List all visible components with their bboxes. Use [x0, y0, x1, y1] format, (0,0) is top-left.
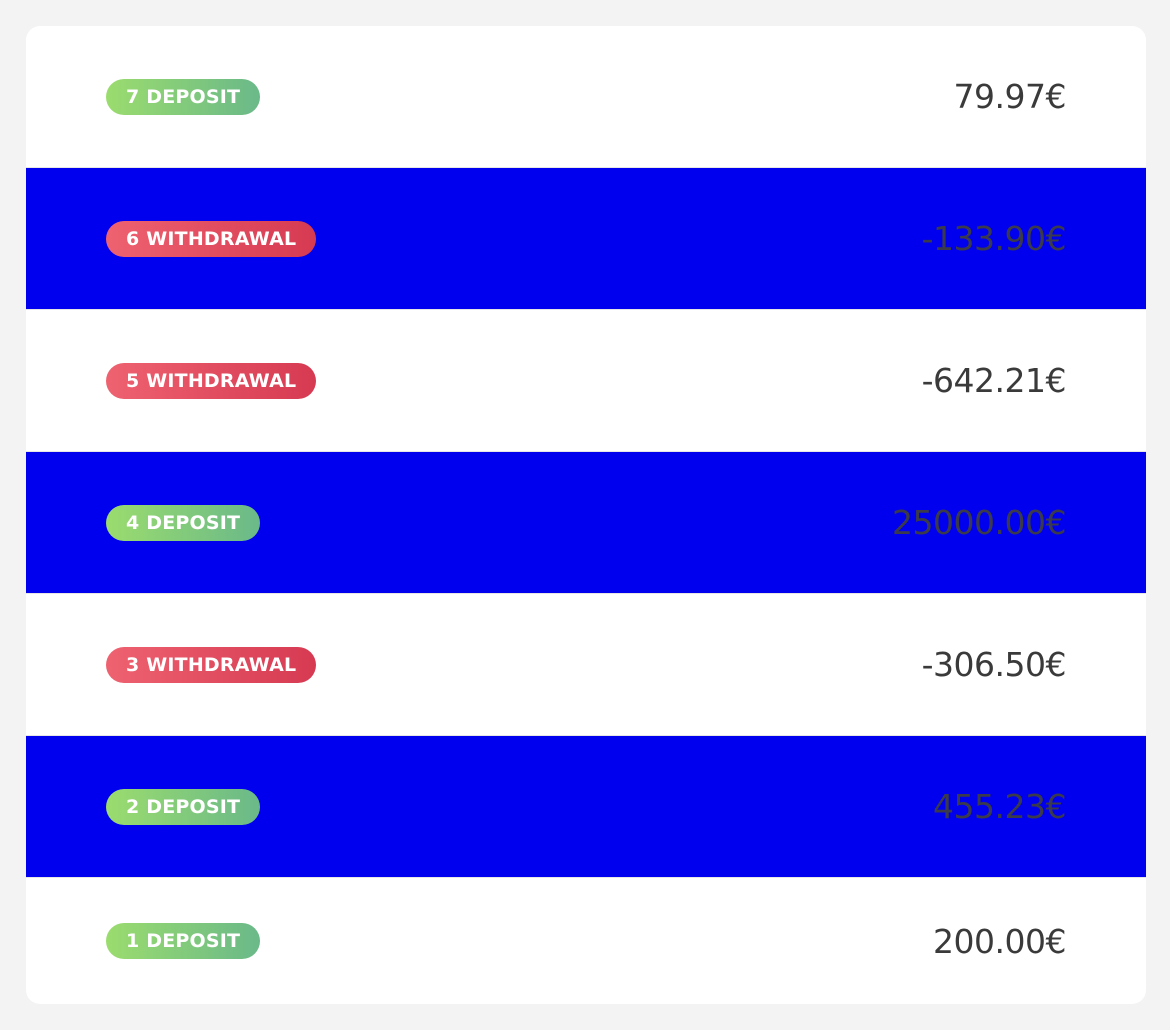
deposit-badge: 7 DEPOSIT [106, 78, 261, 115]
movement-row: 2 DEPOSIT 455.23€ [26, 736, 1146, 878]
movement-amount: 200.00€ [933, 921, 1066, 961]
movement-row: 4 DEPOSIT 25000.00€ [26, 452, 1146, 594]
movement-amount: -642.21€ [921, 361, 1067, 400]
movement-row: 1 DEPOSIT 200.00€ [26, 878, 1146, 1004]
withdrawal-badge: 5 WITHDRAWAL [106, 362, 317, 399]
withdrawal-badge: 3 WITHDRAWAL [106, 646, 317, 683]
deposit-badge: 2 DEPOSIT [106, 788, 261, 825]
movement-amount: 455.23€ [933, 787, 1066, 826]
deposit-badge: 4 DEPOSIT [106, 504, 261, 541]
movement-amount: 25000.00€ [892, 503, 1066, 542]
movement-row: 7 DEPOSIT 79.97€ [26, 26, 1146, 168]
deposit-badge: 1 DEPOSIT [106, 923, 261, 959]
movement-amount: -306.50€ [921, 645, 1067, 684]
movement-amount: -133.90€ [921, 219, 1067, 258]
movement-row: 3 WITHDRAWAL -306.50€ [26, 594, 1146, 736]
movement-row: 6 WITHDRAWAL -133.90€ [26, 168, 1146, 310]
movement-row: 5 WITHDRAWAL -642.21€ [26, 310, 1146, 452]
movements-list: 7 DEPOSIT 79.97€ 6 WITHDRAWAL -133.90€ 5… [26, 26, 1146, 1004]
movement-amount: 79.97€ [953, 77, 1067, 116]
withdrawal-badge: 6 WITHDRAWAL [106, 220, 317, 257]
